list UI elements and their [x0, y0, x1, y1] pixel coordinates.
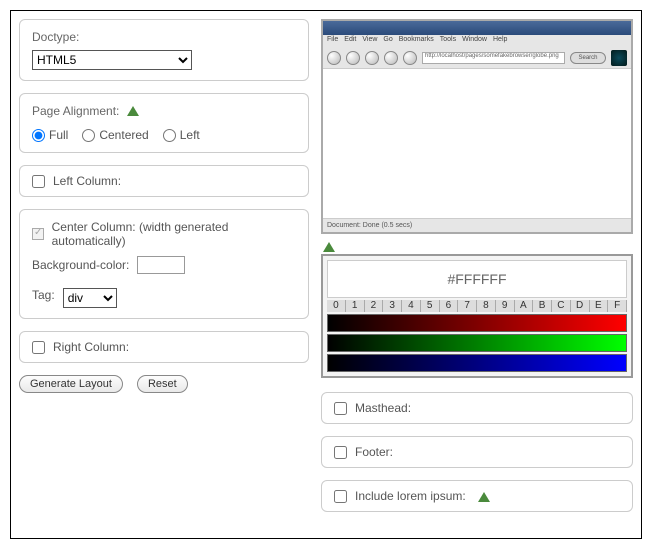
left-column-group: Left Column: [19, 165, 309, 197]
lorem-toggle[interactable]: Include lorem ipsum: [334, 489, 620, 503]
alignment-label: Page Alignment: [32, 104, 119, 118]
masthead-toggle[interactable]: Masthead: [334, 401, 620, 415]
generate-button[interactable]: Generate Layout [19, 375, 123, 393]
tag-select[interactable]: div [63, 288, 117, 308]
tag-label: Tag: [32, 288, 55, 302]
center-column-checkbox [32, 228, 44, 240]
center-column-label: Center Column: (width generated automati… [52, 220, 296, 248]
right-column-checkbox[interactable] [32, 341, 45, 354]
lorem-checkbox[interactable] [334, 490, 347, 503]
url-bar: http://localhost/pages/somefakebrowser/g… [422, 52, 565, 64]
home-icon [403, 51, 417, 65]
blue-slider[interactable] [327, 354, 627, 372]
left-column-checkbox[interactable] [32, 175, 45, 188]
browser-menubar: FileEditViewGoBookmarksToolsWindowHelp [323, 35, 631, 47]
browser-logo-icon [611, 50, 627, 66]
stop-icon [384, 51, 398, 65]
reset-button[interactable]: Reset [137, 375, 188, 393]
center-column-group: Center Column: (width generated automati… [19, 209, 309, 319]
doctype-label: Doctype: [32, 30, 296, 44]
doctype-select[interactable]: HTML5 [32, 50, 192, 70]
bg-color-input[interactable] [137, 256, 185, 274]
right-column-group: Right Column: [19, 331, 309, 363]
right-column-toggle[interactable]: Right Column: [32, 340, 296, 354]
browser-viewport [323, 69, 631, 218]
alignment-group: Page Alignment: Full Centered Left [19, 93, 309, 153]
back-icon [327, 51, 341, 65]
search-button: Search [570, 52, 606, 64]
browser-preview: FileEditViewGoBookmarksToolsWindowHelp h… [321, 19, 633, 234]
masthead-group: Masthead: [321, 392, 633, 424]
browser-toolbar: http://localhost/pages/somefakebrowser/g… [323, 47, 631, 69]
masthead-checkbox[interactable] [334, 402, 347, 415]
green-slider[interactable] [327, 334, 627, 352]
align-left-option[interactable]: Left [163, 128, 200, 142]
forward-icon [346, 51, 360, 65]
lorem-group: Include lorem ipsum: [321, 480, 633, 512]
align-full-option[interactable]: Full [32, 128, 68, 142]
doctype-group: Doctype: HTML5 [19, 19, 309, 81]
hex-digit-row[interactable]: 0123456789ABCDEF [327, 300, 627, 312]
reload-icon [365, 51, 379, 65]
footer-toggle[interactable]: Footer: [334, 445, 620, 459]
align-full-radio[interactable] [32, 129, 45, 142]
warning-icon [478, 492, 490, 502]
align-centered-radio[interactable] [82, 129, 95, 142]
right-preview: FileEditViewGoBookmarksToolsWindowHelp h… [321, 19, 633, 530]
left-column-toggle[interactable]: Left Column: [32, 174, 296, 188]
bg-color-label: Background-color: [32, 258, 129, 272]
layout-generator-panel: Doctype: HTML5 Page Alignment: Full Cent… [10, 10, 642, 539]
footer-group: Footer: [321, 436, 633, 468]
warning-icon [127, 106, 139, 116]
browser-statusbar: Document: Done (0.5 secs) [323, 218, 631, 232]
align-left-radio[interactable] [163, 129, 176, 142]
warning-icon [323, 242, 335, 252]
color-picker: #FFFFFF 0123456789ABCDEF [321, 254, 633, 378]
align-centered-option[interactable]: Centered [82, 128, 148, 142]
red-slider[interactable] [327, 314, 627, 332]
footer-checkbox[interactable] [334, 446, 347, 459]
left-controls: Doctype: HTML5 Page Alignment: Full Cent… [19, 19, 309, 530]
hex-display: #FFFFFF [327, 260, 627, 298]
browser-titlebar [323, 21, 631, 35]
